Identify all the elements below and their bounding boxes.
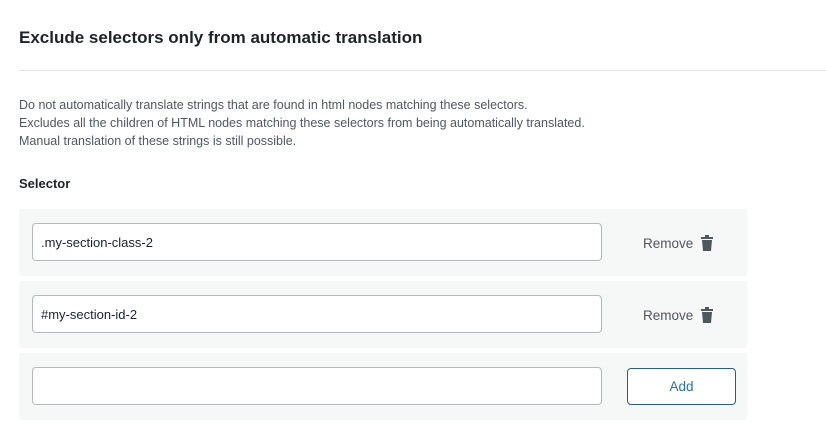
description-line-2: Excludes all the children of HTML nodes … bbox=[19, 116, 585, 130]
selector-input[interactable] bbox=[32, 295, 602, 333]
selector-row: Remove bbox=[19, 281, 747, 348]
description-line-3: Manual translation of these strings is s… bbox=[19, 134, 297, 148]
remove-button[interactable]: Remove bbox=[643, 305, 714, 325]
section-title: Exclude selectors only from automatic tr… bbox=[19, 28, 423, 47]
description-line-1: Do not automatically translate strings t… bbox=[19, 98, 528, 112]
selector-input[interactable] bbox=[32, 223, 602, 261]
trash-icon bbox=[701, 307, 714, 323]
new-selector-input[interactable] bbox=[32, 367, 602, 405]
remove-label: Remove bbox=[643, 235, 694, 251]
divider bbox=[19, 70, 826, 71]
trash-icon bbox=[701, 235, 714, 251]
remove-button[interactable]: Remove bbox=[643, 233, 714, 253]
remove-label: Remove bbox=[643, 307, 694, 323]
section-description: Do not automatically translate strings t… bbox=[19, 96, 719, 150]
add-button[interactable]: Add bbox=[627, 368, 736, 405]
selector-row: Remove bbox=[19, 209, 747, 276]
new-selector-row: Add bbox=[19, 353, 747, 420]
selector-label: Selector bbox=[19, 176, 71, 191]
